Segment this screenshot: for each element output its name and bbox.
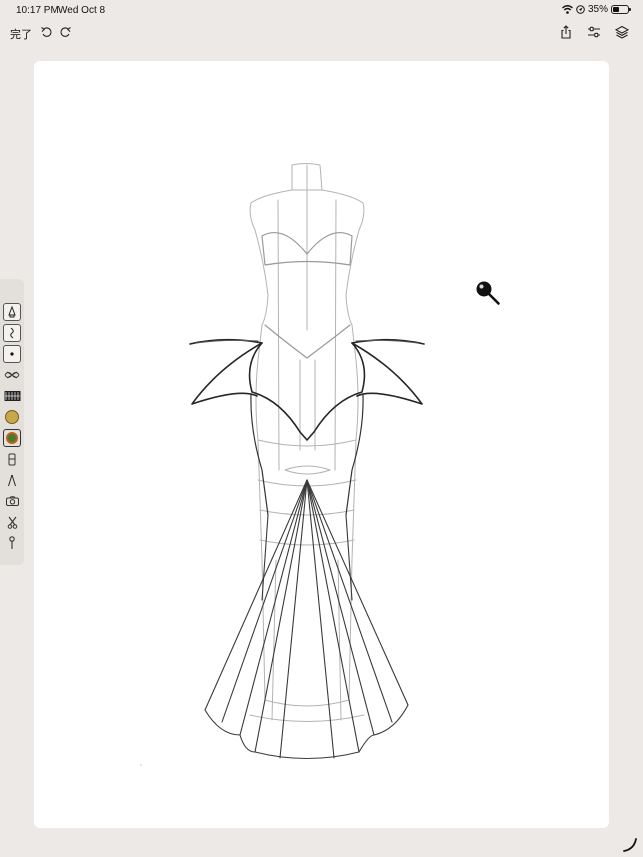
battery-icon	[611, 5, 631, 14]
color-swatch-yellow	[5, 410, 19, 424]
redo-icon[interactable]	[58, 25, 72, 39]
texture-icon	[4, 391, 20, 401]
wifi-icon	[562, 5, 573, 14]
undo-icon[interactable]	[40, 25, 54, 39]
compass-button[interactable]	[3, 471, 21, 489]
status-date: Wed Oct 8	[58, 5, 106, 16]
scissors-icon	[7, 516, 17, 529]
location-icon	[576, 5, 585, 14]
status-right: 35%	[562, 4, 631, 15]
camera-button[interactable]	[3, 492, 21, 510]
color-swatch-green	[6, 432, 18, 444]
dress-croquis-sketch	[140, 163, 425, 766]
share-icon[interactable]	[559, 25, 573, 39]
battery-level	[613, 7, 619, 12]
status-time: 10:17 PM	[16, 5, 59, 16]
pattern-brush-button[interactable]	[3, 366, 21, 384]
eraser-icon	[8, 453, 16, 465]
done-button[interactable]: 完了	[10, 26, 32, 42]
dot-brush-button[interactable]	[3, 345, 21, 363]
top-toolbar: 完了	[0, 22, 643, 44]
drawing-canvas[interactable]	[34, 61, 609, 828]
side-toolbar	[0, 279, 24, 565]
corner-handle-icon[interactable]	[622, 837, 638, 853]
curve-tool-icon	[10, 327, 14, 339]
color-swatch-yellow-button[interactable]	[3, 408, 21, 426]
eraser-button[interactable]	[3, 450, 21, 468]
pattern-brush-icon	[4, 371, 20, 379]
adjustments-icon[interactable]	[587, 25, 601, 39]
dot-brush-icon	[10, 352, 14, 356]
texture-button[interactable]	[3, 387, 21, 405]
pin-icon	[9, 536, 15, 549]
magnifier-cursor-icon[interactable]	[475, 280, 501, 306]
camera-icon	[5, 496, 19, 506]
pin-button[interactable]	[3, 534, 21, 552]
layers-icon[interactable]	[615, 25, 629, 39]
curve-tool-button[interactable]	[3, 324, 21, 342]
color-swatch-green-button[interactable]	[3, 429, 21, 447]
status-bar: 10:17 PM Wed Oct 8 35%	[0, 0, 643, 20]
pen-tool-button[interactable]	[3, 303, 21, 321]
battery-percent: 35%	[587, 4, 608, 15]
compass-icon	[7, 474, 17, 486]
scissors-button[interactable]	[3, 513, 21, 531]
pen-tool-icon	[8, 306, 16, 318]
